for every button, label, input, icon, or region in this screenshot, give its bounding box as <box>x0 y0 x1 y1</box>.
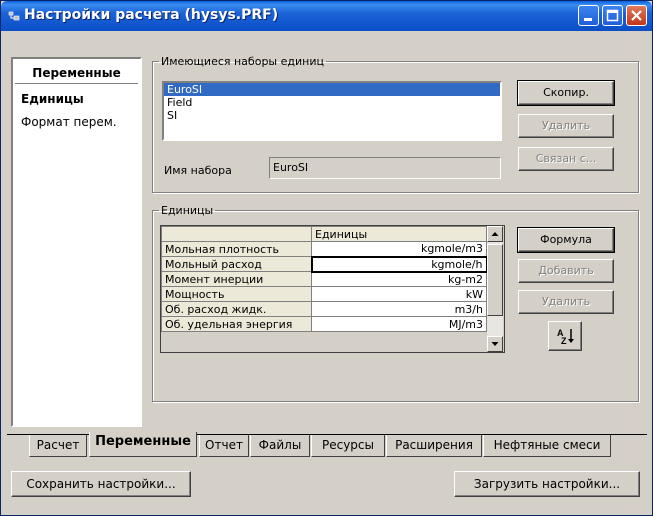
grid-corner <box>161 226 312 242</box>
sort-az-button[interactable]: A Z <box>548 321 582 351</box>
nav-item-variable-format[interactable]: Формат перем. <box>21 115 117 129</box>
maximize-icon <box>606 9 619 22</box>
tab-resources[interactable]: Ресурсы <box>311 435 385 457</box>
variable-name: Об. удельная энергия <box>161 316 312 332</box>
close-button[interactable] <box>626 5 647 26</box>
variable-name: Об. расход жидк. <box>161 301 312 317</box>
arrow-up-icon <box>491 232 499 236</box>
app-icon <box>8 11 20 21</box>
load-settings-button[interactable]: Загрузить настройки... <box>454 471 640 497</box>
arrow-down-icon <box>491 342 499 346</box>
unit-set-item[interactable]: EuroSI <box>164 83 500 96</box>
unit-cell[interactable]: m3/h <box>311 301 487 317</box>
unit-cell[interactable]: kg-m2 <box>311 271 487 287</box>
copy-button[interactable]: Скопир. <box>517 80 615 106</box>
unit-cell[interactable]: kgmole/m3 <box>311 241 487 257</box>
title-bar[interactable]: Настройки расчета (hysys.PRF) <box>1 1 652 31</box>
unit-cell[interactable]: kW <box>311 286 487 302</box>
tab-calculation[interactable]: Расчет <box>29 435 87 457</box>
units-column-header: Единицы <box>311 226 487 242</box>
nav-item-units[interactable]: Единицы <box>21 92 84 106</box>
minimize-icon <box>584 18 592 21</box>
scroll-down-button[interactable] <box>487 336 503 352</box>
tab-variables[interactable]: Переменные <box>89 432 197 457</box>
nav-panel-header: Переменные <box>32 66 121 80</box>
scroll-up-button[interactable] <box>487 226 503 242</box>
table-row: Мощность kW <box>161 286 487 302</box>
unit-cell[interactable]: MJ/m3 <box>311 316 487 332</box>
linked-to-button[interactable]: Связан с... <box>518 147 614 171</box>
tab-extensions[interactable]: Расширения <box>386 435 482 457</box>
tab-files[interactable]: Файлы <box>250 435 310 457</box>
close-icon <box>631 10 642 21</box>
tab-report[interactable]: Отчет <box>199 435 249 457</box>
unit-sets-group-label: Имеющиеся наборы единиц <box>161 55 324 68</box>
table-row: Момент инерции kg-m2 <box>161 271 487 287</box>
tab-oil-blends[interactable]: Нефтяные смеси <box>483 435 611 457</box>
set-name-field[interactable]: EuroSI <box>269 157 501 179</box>
maximize-button[interactable] <box>602 5 623 26</box>
unit-set-item[interactable]: SI <box>164 109 500 122</box>
units-grid: Единицы Мольная плотность kgmole/m3 Моль… <box>160 225 505 353</box>
units-grid-scrollbar[interactable] <box>487 226 503 352</box>
variables-nav-panel: Переменные Единицы Формат перем. <box>11 57 142 427</box>
unit-sets-listbox[interactable]: EuroSI Field SI <box>162 81 502 141</box>
set-name-label: Имя набора <box>164 164 232 177</box>
add-unit-button[interactable]: Добавить <box>518 259 614 283</box>
save-settings-button[interactable]: Сохранить настройки... <box>11 471 191 497</box>
units-group-label: Единицы <box>161 204 214 217</box>
table-row: Мольная плотность kgmole/m3 <box>161 241 487 257</box>
delete-set-button[interactable]: Удалить <box>518 114 614 138</box>
table-row: Мольный расход kgmole/h <box>161 255 488 273</box>
variable-name: Мольная плотность <box>161 241 312 257</box>
minimize-button[interactable] <box>578 5 599 26</box>
variable-name: Мольный расход <box>161 256 312 272</box>
formula-button[interactable]: Формула <box>517 227 615 253</box>
settings-window: Настройки расчета (hysys.PRF) Переменные… <box>0 0 653 516</box>
svg-text:Z: Z <box>561 336 567 346</box>
grid-header-row: Единицы <box>161 226 487 242</box>
unit-cell[interactable]: kgmole/h <box>310 255 488 273</box>
unit-set-item[interactable]: Field <box>164 96 500 109</box>
table-row: Об. удельная энергия MJ/m3 <box>161 316 487 332</box>
scroll-thumb[interactable] <box>487 244 503 316</box>
sort-az-icon: A Z <box>557 328 574 346</box>
nav-panel-divider <box>15 83 138 85</box>
delete-unit-button[interactable]: Удалить <box>518 290 614 314</box>
variable-name: Мощность <box>161 286 312 302</box>
window-title: Настройки расчета (hysys.PRF) <box>24 7 279 23</box>
table-row: Об. расход жидк. m3/h <box>161 301 487 317</box>
variable-name: Момент инерции <box>161 271 312 287</box>
tab-strip: Расчет Переменные Отчет Файлы Ресурсы Ра… <box>7 429 647 457</box>
